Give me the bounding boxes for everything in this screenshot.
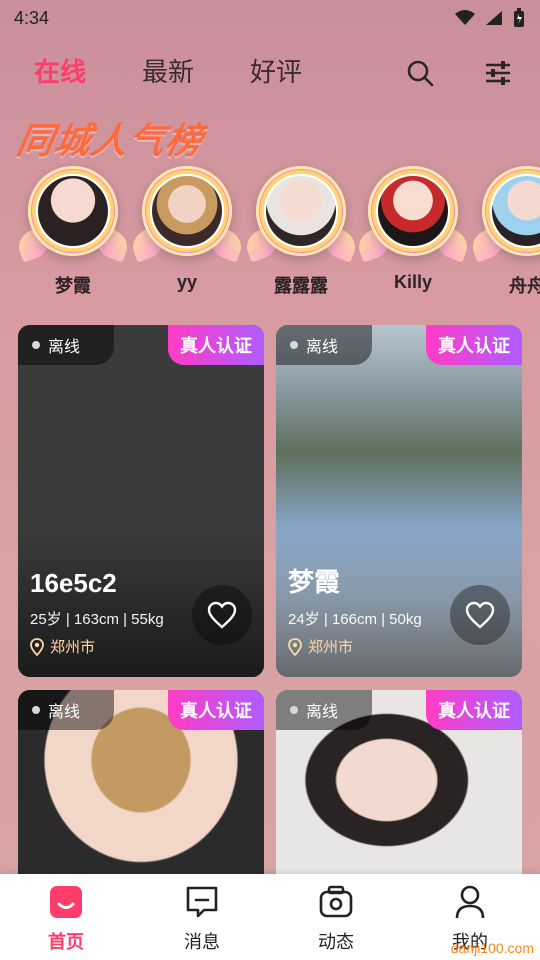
card-location: 郑州市: [288, 636, 353, 657]
nav-label: 消息: [184, 932, 220, 952]
avatar: [378, 176, 448, 246]
online-status: 离线: [276, 325, 372, 365]
online-status: 离线: [18, 325, 114, 365]
battery-icon: [514, 8, 524, 27]
online-status: 离线: [18, 690, 114, 730]
status-text: 离线: [48, 704, 81, 721]
watermark: danji100.com: [450, 940, 534, 956]
heart-icon: [465, 601, 495, 629]
top-tabs: 在线 最新 好评: [0, 52, 540, 96]
signal-icon: [486, 11, 502, 25]
status-bar: 4:34: [0, 0, 540, 38]
search-icon[interactable]: [405, 58, 435, 88]
profile-icon: [455, 885, 485, 919]
tab-online[interactable]: 在线: [34, 52, 86, 89]
status-dot: [290, 341, 298, 349]
location-pin-icon: [30, 637, 44, 656]
ranking-item[interactable]: Killy: [354, 160, 472, 300]
tab-latest[interactable]: 最新: [142, 52, 194, 89]
ranking-name: 露露露: [274, 276, 328, 296]
avatar: [152, 176, 222, 246]
card-city: 郑州市: [50, 639, 96, 656]
nav-home[interactable]: 首页: [26, 884, 106, 954]
like-button[interactable]: [450, 585, 510, 645]
ranking-item[interactable]: yy: [128, 160, 246, 300]
ranking-item[interactable]: 梦霞: [14, 160, 132, 300]
card-city: 郑州市: [308, 639, 354, 656]
ranking-name: 舟舟: [509, 276, 540, 296]
verified-badge: 真人认证: [426, 690, 522, 730]
profile-card[interactable]: 离线 真人认证 16e5c2 25岁 | 163cm | 55kg 郑州市: [18, 325, 264, 677]
nav-label: 动态: [318, 932, 354, 952]
ranking-item[interactable]: 舟舟: [468, 160, 540, 300]
card-location: 郑州市: [30, 636, 95, 657]
location-pin-icon: [288, 637, 302, 656]
verified-badge: 真人认证: [168, 325, 264, 365]
status-text: 离线: [48, 339, 81, 356]
ranking-title: 同城人气榜: [13, 120, 207, 161]
card-nickname: 16e5c2: [30, 568, 117, 598]
card-nickname: 梦霞: [288, 567, 341, 597]
ranking-name: yy: [176, 272, 198, 292]
online-status: 离线: [276, 690, 372, 730]
nav-moments[interactable]: 动态: [296, 884, 376, 954]
status-dot: [32, 706, 40, 714]
status-time: 4:34: [14, 8, 50, 28]
avatar: [266, 176, 336, 246]
status-text: 离线: [306, 704, 339, 721]
verified-badge: 真人认证: [168, 690, 264, 730]
profile-card[interactable]: 离线 真人认证: [276, 690, 522, 890]
card-meta: 25岁 | 163cm | 55kg: [30, 611, 164, 628]
nav-label: 首页: [48, 932, 84, 952]
wifi-icon: [455, 10, 475, 25]
ranking-avatars: 梦霞 yy 露露露 Killy 舟舟: [0, 160, 540, 300]
filter-icon[interactable]: [483, 58, 513, 88]
tab-top-rated[interactable]: 好评: [250, 52, 302, 89]
status-text: 离线: [306, 339, 339, 356]
card-meta: 24岁 | 166cm | 50kg: [288, 611, 422, 628]
status-dot: [32, 341, 40, 349]
like-button[interactable]: [192, 585, 252, 645]
bottom-navigation: 首页 消息 动态 我的 danji100.com: [0, 874, 540, 960]
nav-messages[interactable]: 消息: [162, 884, 242, 954]
avatar: [38, 176, 108, 246]
verified-badge: 真人认证: [426, 325, 522, 365]
status-icons: [454, 8, 526, 28]
profile-card[interactable]: 离线 真人认证 梦霞 24岁 | 166cm | 50kg 郑州市: [276, 325, 522, 677]
heart-icon: [207, 601, 237, 629]
ranking-item[interactable]: 露露露: [242, 160, 360, 300]
message-icon: [186, 886, 218, 918]
profile-card[interactable]: 离线 真人认证: [18, 690, 264, 890]
camera-icon: [319, 885, 353, 918]
ranking-name: 梦霞: [55, 276, 91, 296]
home-icon: [50, 886, 82, 918]
ranking-name: Killy: [393, 272, 432, 292]
status-dot: [290, 706, 298, 714]
